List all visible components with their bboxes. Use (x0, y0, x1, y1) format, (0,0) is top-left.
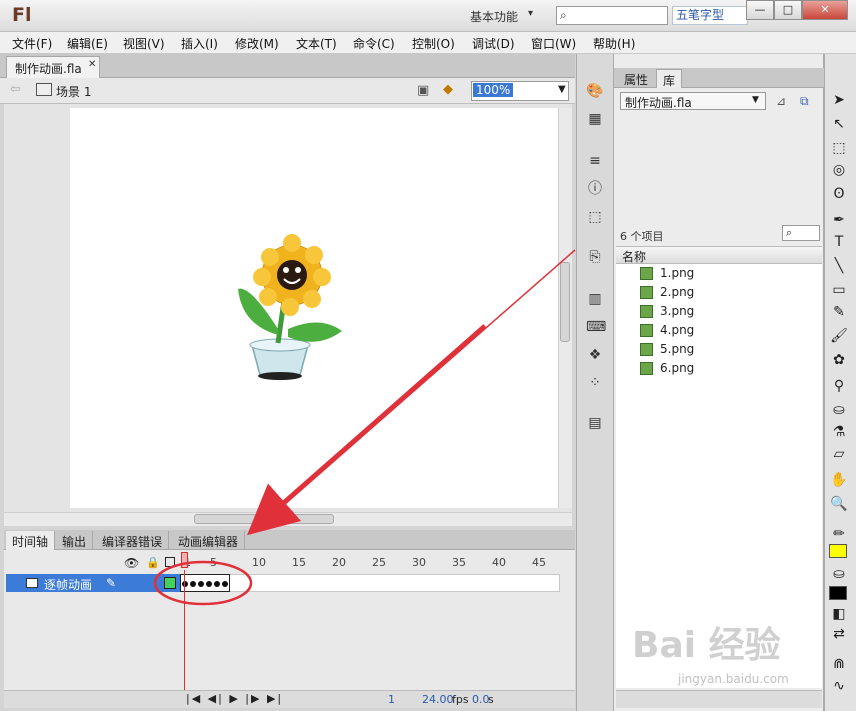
annotation-arrow (246, 324, 487, 536)
annotation-circle (153, 560, 253, 606)
annotation-overlay (153, 249, 576, 606)
watermark-logo: Bai 经验 (632, 625, 781, 666)
watermark-url: jingyan.baidu.com (678, 672, 789, 686)
